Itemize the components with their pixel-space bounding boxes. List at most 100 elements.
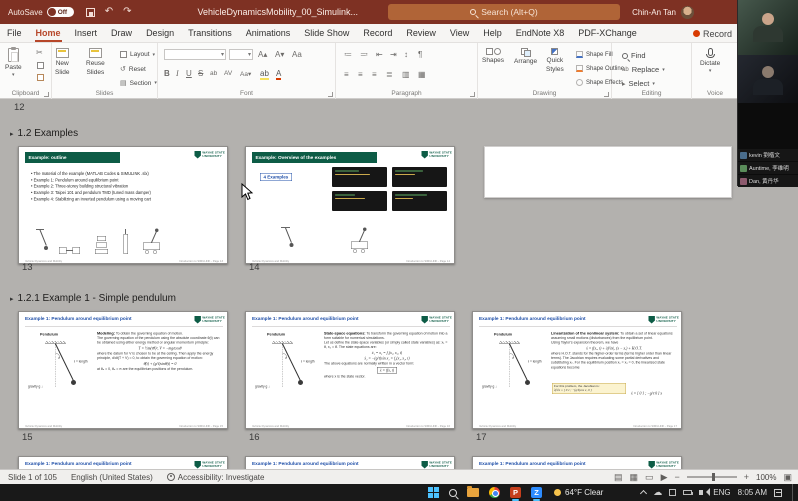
format-painter-icon[interactable] [37, 74, 44, 81]
tab-slide-show[interactable]: Slide Show [297, 24, 356, 42]
zoom-slider-thumb[interactable] [712, 473, 715, 481]
zoom-out-button[interactable]: − [674, 472, 679, 482]
slide-thumbnail-17[interactable]: Example 1: Pendulum around equilibrium p… [472, 311, 682, 429]
participant-row[interactable]: Dan, 黄丹华 [738, 175, 798, 187]
section-header-example1[interactable]: ▸ 1.2.1 Example 1 - Simple pendulum [10, 293, 176, 304]
normal-view-button[interactable]: ▤ [614, 472, 623, 483]
bullets-icon[interactable]: ≔ [344, 50, 352, 59]
slide-thumbnail-15[interactable]: Example 1: Pendulum around equilibrium p… [18, 311, 228, 429]
font-color-button[interactable]: A [276, 69, 281, 80]
slide-indicator[interactable]: Slide 1 of 105 [8, 473, 57, 482]
search-input[interactable]: Search (Alt+Q) [388, 4, 620, 20]
slide-thumbnail-19[interactable]: Example 1: Pendulum around equilibrium p… [245, 456, 455, 469]
replace-button[interactable]: abReplace▾ [622, 65, 665, 74]
file-explorer-icon[interactable] [467, 488, 479, 497]
tab-record[interactable]: Record [356, 24, 399, 42]
bold-button[interactable]: B [164, 69, 170, 78]
cut-icon[interactable]: ✂ [36, 48, 43, 57]
find-button[interactable]: Find [622, 51, 646, 60]
paragraph-dialog-launcher[interactable] [470, 92, 475, 97]
font-name-combo[interactable] [164, 49, 226, 60]
language-switcher[interactable]: ENG [713, 488, 730, 497]
clock[interactable]: 8:05 AM [738, 488, 767, 497]
tab-file[interactable]: File [0, 24, 29, 42]
highlight-color-button[interactable]: ab [260, 69, 269, 80]
language-indicator[interactable]: English (United States) [71, 473, 153, 482]
tab-insert[interactable]: Insert [68, 24, 105, 42]
underline-button[interactable]: U [186, 69, 192, 78]
numbering-icon[interactable]: ≕ [360, 50, 368, 59]
reuse-slides-button[interactable]: Reuse Slides [86, 48, 105, 76]
chrome-icon[interactable] [489, 487, 500, 498]
hidden-icons-chevron[interactable] [640, 490, 647, 497]
redo-icon[interactable]: ↷ [123, 7, 131, 17]
zoom-in-button[interactable]: + [744, 472, 749, 482]
quick-styles-button[interactable]: Quick Styles [546, 48, 564, 73]
clear-formatting-icon[interactable]: Aa [292, 50, 302, 59]
increase-indent-icon[interactable]: ⇥ [390, 50, 397, 59]
arrange-button[interactable]: Arrange [514, 48, 537, 65]
autosave-toggle[interactable]: Off [47, 7, 74, 17]
tab-animations[interactable]: Animations [239, 24, 298, 42]
slide-thumbnail-18[interactable]: Example 1: Pendulum around equilibrium p… [18, 456, 228, 469]
grow-font-icon[interactable]: A▴ [258, 50, 267, 59]
slideshow-button[interactable]: ▶ [661, 472, 668, 483]
align-left-icon[interactable]: ≡ [344, 70, 349, 79]
video-tile-secondary[interactable] [738, 55, 798, 103]
user-avatar[interactable] [681, 6, 694, 19]
zoom-slider[interactable] [687, 476, 737, 478]
line-spacing-icon[interactable]: ↕ [404, 50, 408, 59]
floating-white-panel[interactable] [484, 146, 732, 198]
font-dialog-launcher[interactable] [328, 92, 333, 97]
action-center-icon[interactable] [774, 489, 782, 497]
battery-icon[interactable] [683, 490, 692, 495]
tab-design[interactable]: Design [139, 24, 181, 42]
tab-draw[interactable]: Draw [104, 24, 139, 42]
justify-icon[interactable]: ≣ [386, 70, 393, 79]
tab-home[interactable]: Home [29, 24, 68, 42]
character-spacing-button[interactable]: AV [224, 70, 232, 77]
slide-grid-canvas[interactable]: 12 ▸ 1.2 Examples Example: outline WAYNE… [0, 99, 798, 469]
slide-thumbnail-14[interactable]: Example: Overview of the examples WAYNE … [245, 146, 455, 264]
reading-view-button[interactable]: ▭ [645, 472, 654, 483]
paste-button[interactable]: Paste ▾ [5, 48, 22, 79]
clipboard-dialog-launcher[interactable] [44, 92, 49, 97]
align-right-icon[interactable]: ≡ [372, 70, 377, 79]
save-icon[interactable] [86, 8, 95, 17]
decrease-indent-icon[interactable]: ⇤ [376, 50, 383, 59]
layout-button[interactable]: Layout▾ [120, 51, 155, 58]
strikethrough-button[interactable]: S [198, 69, 203, 78]
dictate-button[interactable]: Dictate ▾ [700, 48, 720, 75]
new-slide-button[interactable]: New Slide [55, 48, 69, 76]
tab-view[interactable]: View [443, 24, 476, 42]
participant-row[interactable]: kevin 劉楷文 [738, 149, 798, 161]
change-case-button[interactable]: Aa▾ [240, 70, 251, 78]
tab-help[interactable]: Help [476, 24, 509, 42]
text-shadow-button[interactable]: ab [210, 70, 217, 77]
taskbar-search-icon[interactable] [449, 489, 457, 497]
text-direction-icon[interactable]: ¶ [418, 50, 422, 59]
tab-transitions[interactable]: Transitions [181, 24, 239, 42]
italic-button[interactable]: I [176, 69, 179, 78]
volume-icon[interactable] [699, 490, 703, 495]
show-desktop-button[interactable] [792, 484, 794, 501]
shrink-font-icon[interactable]: A▾ [275, 50, 284, 59]
drawing-dialog-launcher[interactable] [604, 92, 609, 97]
slide-thumbnail-16[interactable]: Example 1: Pendulum around equilibrium p… [245, 311, 455, 429]
align-center-icon[interactable]: ≡ [358, 70, 363, 79]
convert-smartart-icon[interactable]: ▦ [418, 70, 426, 79]
section-button[interactable]: ▤Section▾ [120, 79, 157, 87]
weather-widget[interactable]: 64°F Clear [554, 488, 603, 497]
record-button[interactable]: Record [693, 26, 732, 41]
fit-slide-button[interactable]: ▣ [783, 472, 792, 483]
tab-review[interactable]: Review [399, 24, 443, 42]
zoom-app-icon[interactable]: Z [531, 487, 542, 498]
undo-icon[interactable]: ↶ [105, 7, 113, 17]
section-header-examples[interactable]: ▸ 1.2 Examples [10, 128, 78, 139]
tray-app-icon[interactable] [669, 489, 676, 496]
slide-thumbnail-13[interactable]: Example: outline WAYNE STATEUNIVERSITY T… [18, 146, 228, 264]
shape-fill-button[interactable]: Shape Fill [576, 51, 613, 58]
onedrive-icon[interactable]: ☁ [653, 487, 662, 498]
powerpoint-icon[interactable]: P [510, 487, 521, 498]
select-button[interactable]: ▸Select▾ [622, 79, 655, 88]
